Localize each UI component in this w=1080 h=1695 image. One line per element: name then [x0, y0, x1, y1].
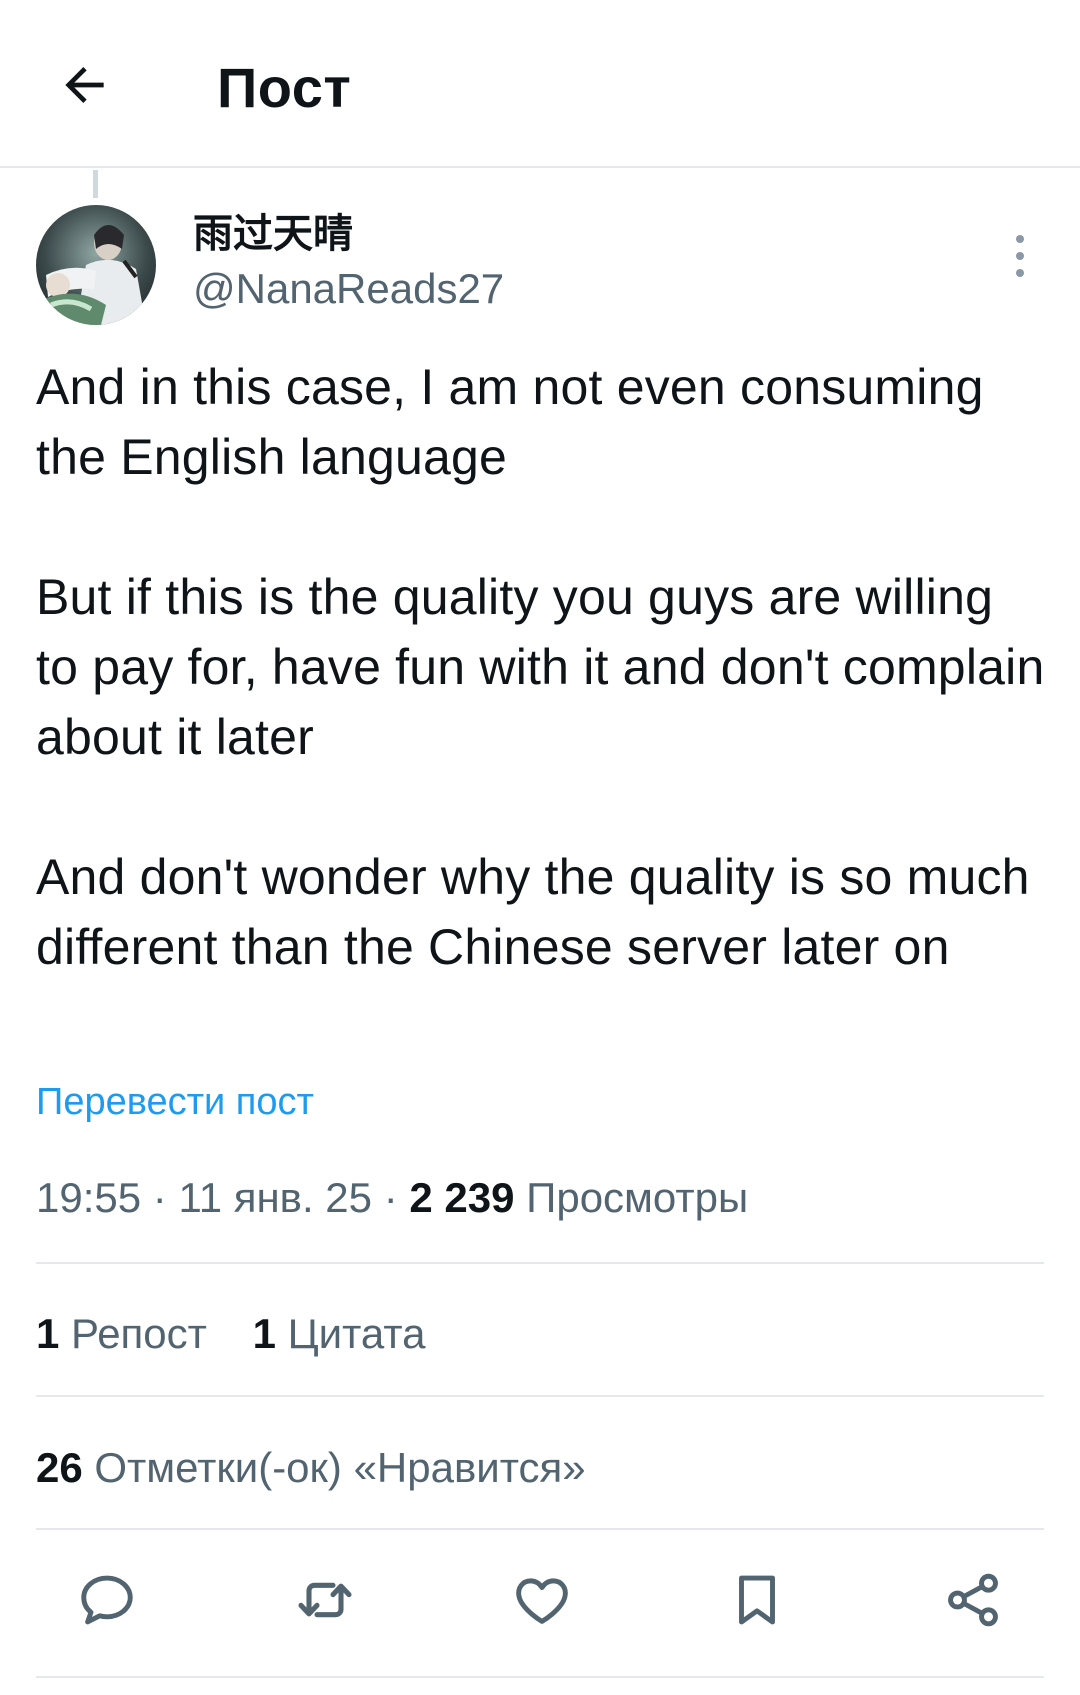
- meta-separator: ·: [383, 1174, 398, 1221]
- back-button[interactable]: [50, 50, 120, 120]
- divider: [36, 1395, 1044, 1397]
- post-date[interactable]: 11 янв. 25: [178, 1174, 372, 1221]
- more-dot-icon: [1016, 269, 1024, 277]
- bookmark-button[interactable]: [712, 1555, 802, 1645]
- arrow-left-icon: [65, 67, 104, 103]
- quotes-count: 1: [252, 1310, 276, 1357]
- top-bar: Пост: [0, 0, 1080, 168]
- share-icon: [948, 1573, 998, 1627]
- likes-label: Отметки(-ок) «Нравится»: [94, 1444, 586, 1491]
- more-dot-icon: [1016, 235, 1024, 243]
- action-bar: [0, 1545, 1080, 1655]
- page-title: Пост: [217, 56, 352, 119]
- more-dot-icon: [1016, 252, 1024, 260]
- like-button[interactable]: [497, 1555, 587, 1645]
- thread-connector-line: [93, 170, 98, 198]
- post-paragraph: And in this case, I am not even consumin…: [36, 359, 984, 485]
- divider: [36, 1676, 1044, 1678]
- quotes-stat[interactable]: 1 Цитата: [253, 1306, 426, 1362]
- heart-icon: [516, 1578, 568, 1624]
- likes-row: 26 Отметки(-ок) «Нравится»: [36, 1440, 620, 1496]
- post-meta: 19:55 · 11 янв. 25 · 2 239 Просмотры: [36, 1170, 748, 1226]
- reposts-stat[interactable]: 1 Репост: [36, 1306, 207, 1362]
- likes-stat[interactable]: 26 Отметки(-ок) «Нравится»: [36, 1440, 586, 1496]
- post-text: And in this case, I am not even consumin…: [36, 352, 1046, 982]
- repost-icon: [298, 1582, 352, 1618]
- reply-button[interactable]: [62, 1555, 152, 1645]
- likes-count: 26: [36, 1444, 83, 1491]
- reposts-count: 1: [36, 1310, 60, 1357]
- engagement-row: 1 Репост 1 Цитата: [36, 1306, 459, 1362]
- bookmark-icon: [739, 1575, 775, 1625]
- views-label: Просмотры: [526, 1174, 749, 1221]
- post-paragraph: And don't wonder why the quality is so m…: [36, 849, 1030, 975]
- divider: [36, 1528, 1044, 1530]
- author-display-name[interactable]: 雨过天晴: [193, 208, 353, 260]
- views-count: 2 239: [409, 1174, 515, 1221]
- reposts-label: Репост: [71, 1310, 207, 1357]
- meta-separator: ·: [152, 1174, 167, 1221]
- avatar[interactable]: [36, 205, 156, 325]
- repost-button[interactable]: [280, 1555, 370, 1645]
- translate-post-link[interactable]: Перевести пост: [36, 1077, 314, 1127]
- avatar-image: [36, 205, 156, 325]
- comment-icon: [81, 1575, 133, 1625]
- share-button[interactable]: [928, 1555, 1018, 1645]
- more-options-button[interactable]: [998, 228, 1042, 284]
- author-handle[interactable]: @NanaReads27: [193, 262, 504, 316]
- divider: [36, 1262, 1044, 1264]
- post-paragraph: But if this is the quality you guys are …: [36, 569, 1045, 765]
- post-time[interactable]: 19:55: [36, 1174, 141, 1221]
- quotes-label: Цитата: [287, 1310, 426, 1357]
